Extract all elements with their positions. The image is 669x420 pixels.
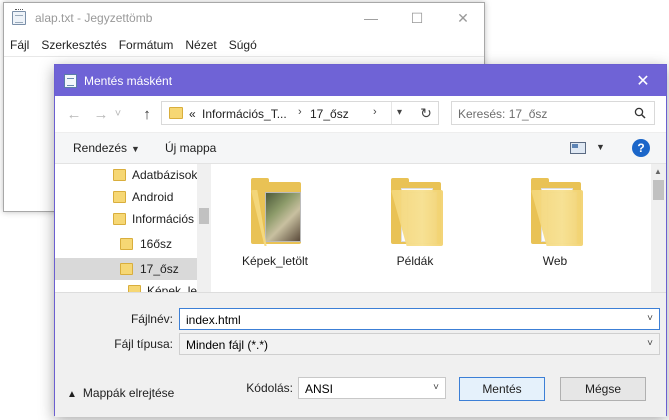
tree-item-android[interactable]: Android <box>55 186 197 208</box>
save-as-dialog: Mentés másként ✕ ← → ˅ ↑ « Információs_T… <box>54 64 667 417</box>
tree-item-16osz[interactable]: 16ősz <box>55 233 197 255</box>
tree-item-label: Információs <box>132 212 195 226</box>
chevron-up-icon: ▲ <box>67 389 77 400</box>
caret-down-icon: ▼ <box>131 144 140 154</box>
folder-icon <box>113 191 126 203</box>
organize-label: Rendezés <box>73 141 128 155</box>
dialog-title: Mentés másként <box>84 74 173 88</box>
encoding-label: Kódolás: <box>246 381 293 395</box>
save-button[interactable]: Mentés <box>459 377 545 401</box>
filename-input[interactable]: index.html ˅ <box>179 308 660 330</box>
up-arrow-icon[interactable]: ↑ <box>137 105 157 123</box>
organize-menu[interactable]: Rendezés ▼ <box>73 141 140 155</box>
command-toolbar: Rendezés ▼ Új mappa ▼ ? <box>55 132 666 164</box>
folder-icon <box>113 213 126 225</box>
help-icon[interactable]: ? <box>632 139 650 157</box>
menu-divider <box>4 56 484 57</box>
navigation-scrollbar[interactable] <box>197 164 211 292</box>
folder-icon <box>391 178 443 246</box>
encoding-select[interactable]: ANSI ˅ <box>298 377 446 399</box>
breadcrumb-segment[interactable]: Információs_T... <box>202 107 287 121</box>
tree-item-label: Képek_le <box>147 284 197 292</box>
filetype-select[interactable]: Minden fájl (*.*) ˅ <box>179 333 660 355</box>
search-input[interactable]: Keresés: 17_ősz <box>451 101 655 125</box>
file-list-scrollbar[interactable]: ▲ <box>651 164 666 292</box>
folder-icon <box>128 285 141 292</box>
filetype-value: Minden fájl (*.*) <box>186 338 269 352</box>
minimize-button[interactable]: — <box>348 3 394 33</box>
folder-item[interactable]: Web <box>495 178 615 288</box>
filename-value: index.html <box>186 313 241 327</box>
encoding-value: ANSI <box>305 382 334 396</box>
tree-item-label: 16ősz <box>140 237 173 251</box>
scrollbar-thumb[interactable] <box>199 208 209 224</box>
chevron-down-icon[interactable]: ˅ <box>433 382 439 393</box>
menu-help[interactable]: Súgó <box>223 34 263 56</box>
breadcrumb-segment[interactable]: 17_ősz <box>310 107 349 121</box>
save-form: Fájlnév: index.html ˅ Fájl típusa: Minde… <box>55 292 666 417</box>
file-name: Web <box>542 254 568 268</box>
menu-view[interactable]: Nézet <box>179 34 222 56</box>
folder-icon <box>531 178 583 246</box>
folder-item[interactable]: Képek_letölt <box>215 178 335 288</box>
search-icon[interactable] <box>634 107 646 119</box>
view-options-icon[interactable] <box>570 142 586 154</box>
tree-item-label: Adatbázisok <box>132 168 197 182</box>
chevron-down-icon[interactable]: ▾ <box>397 107 402 118</box>
notepad-menu-bar: Fájl Szerkesztés Formátum Nézet Súgó <box>4 34 263 56</box>
dialog-close-button[interactable]: ✕ <box>620 65 666 96</box>
folder-item[interactable]: Példák <box>355 178 475 288</box>
refresh-icon[interactable]: ↻ <box>415 103 437 123</box>
filetype-label: Fájl típusa: <box>114 337 173 351</box>
tree-item-informacios[interactable]: Információs <box>55 208 197 230</box>
navigation-pane: Adatbázisok Android Információs 16ősz 17… <box>55 164 211 292</box>
file-list: Képek_letölt Példák Web <box>211 164 651 292</box>
folder-icon <box>120 263 133 275</box>
chevron-right-icon[interactable]: › <box>298 106 302 118</box>
menu-edit[interactable]: Szerkesztés <box>35 34 112 56</box>
folder-icon <box>169 107 183 119</box>
notepad-title-bar[interactable]: alap.txt - Jegyzettömb — ☐ ✕ <box>4 3 484 33</box>
recent-locations-dropdown[interactable]: ˅ <box>111 105 125 123</box>
file-name: Képek_letölt <box>241 254 309 268</box>
folder-icon <box>113 169 126 181</box>
close-button[interactable]: ✕ <box>440 3 486 33</box>
filename-label: Fájlnév: <box>130 312 173 326</box>
maximize-button[interactable]: ☐ <box>394 3 440 33</box>
address-overflow[interactable]: « <box>189 107 196 121</box>
scroll-up-icon[interactable]: ▲ <box>654 167 662 176</box>
cancel-button[interactable]: Mégse <box>560 377 646 401</box>
hide-folders-toggle[interactable]: ▲ Mappák elrejtése <box>67 386 174 400</box>
dialog-title-bar[interactable]: Mentés másként ✕ <box>55 65 666 96</box>
tree-item-label: 17_ősz <box>140 262 179 276</box>
notepad-icon <box>12 9 26 25</box>
chevron-down-icon[interactable]: ˅ <box>647 313 653 324</box>
new-folder-button[interactable]: Új mappa <box>165 141 216 155</box>
menu-format[interactable]: Formátum <box>113 34 180 56</box>
tree-item-label: Android <box>132 190 174 204</box>
menu-file[interactable]: Fájl <box>4 34 35 56</box>
tree-item-17osz[interactable]: 17_ősz <box>55 258 197 280</box>
back-arrow-icon[interactable]: ← <box>64 105 84 123</box>
folder-photo-icon <box>251 178 303 246</box>
address-divider <box>391 102 392 124</box>
notepad-icon <box>64 74 77 88</box>
caret-down-icon[interactable]: ▼ <box>596 142 605 152</box>
tree-item-adatbazisok[interactable]: Adatbázisok <box>55 164 197 186</box>
folder-icon <box>120 238 133 250</box>
file-name: Példák <box>396 254 434 268</box>
notepad-title: alap.txt - Jegyzettömb <box>35 11 153 25</box>
forward-arrow-icon[interactable]: → <box>91 105 111 123</box>
chevron-down-icon[interactable]: ˅ <box>647 338 653 349</box>
scrollbar-thumb[interactable] <box>653 180 664 200</box>
search-placeholder: Keresés: 17_ősz <box>458 107 548 121</box>
hide-folders-label: Mappák elrejtése <box>82 386 175 400</box>
tree-item-kepek[interactable]: Képek_le <box>55 280 197 292</box>
address-bar[interactable]: « Információs_T... › 17_ősz › ▾ ↻ <box>161 101 439 125</box>
chevron-right-icon[interactable]: › <box>373 106 377 118</box>
navigation-bar: ← → ˅ ↑ « Információs_T... › 17_ősz › ▾ … <box>55 96 666 132</box>
